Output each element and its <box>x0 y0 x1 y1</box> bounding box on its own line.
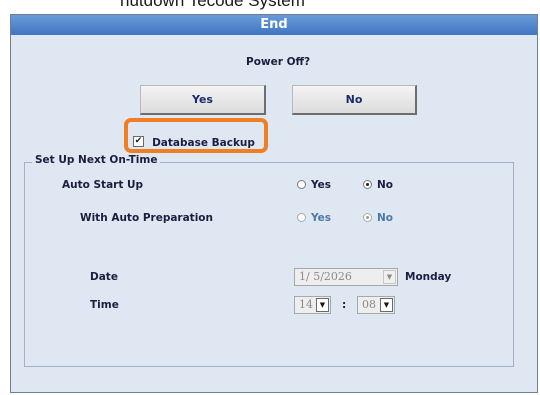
date-picker[interactable]: 1/ 5/2026 ▼ <box>294 268 398 286</box>
highlight-annotation <box>124 118 268 153</box>
dropdown-arrow-icon[interactable]: ▼ <box>383 270 396 284</box>
time-label: Time <box>90 299 119 311</box>
group-legend: Set Up Next On-Time <box>32 154 161 166</box>
minute-select[interactable]: 08 ▼ <box>357 296 395 314</box>
time-separator: : <box>342 299 347 311</box>
minute-value: 08 <box>362 298 376 311</box>
auto-prep-no-radio: No <box>363 212 393 224</box>
dialog-title-bar: End <box>11 15 537 35</box>
dropdown-arrow-icon[interactable]: ▼ <box>316 298 329 312</box>
date-value: 1/ 5/2026 <box>299 270 352 283</box>
next-on-time-group <box>24 162 514 367</box>
radio-selected-icon <box>363 179 372 189</box>
no-button[interactable]: No <box>292 85 417 115</box>
yes-button[interactable]: Yes <box>140 85 266 115</box>
radio-unselected-icon <box>297 179 306 189</box>
background-window-title: nutdown Tecode System <box>120 0 305 10</box>
power-off-question: Power Off? <box>246 56 311 68</box>
date-label: Date <box>90 271 118 283</box>
weekday-label: Monday <box>405 271 452 283</box>
dropdown-arrow-icon[interactable]: ▼ <box>380 298 393 312</box>
radio-selected-icon <box>363 212 372 222</box>
auto-start-yes-radio[interactable]: Yes <box>297 179 331 191</box>
hour-select[interactable]: 14 ▼ <box>294 296 331 314</box>
auto-preparation-label: With Auto Preparation <box>80 212 213 224</box>
hour-value: 14 <box>299 298 313 311</box>
auto-prep-yes-radio: Yes <box>297 212 331 224</box>
auto-start-label: Auto Start Up <box>62 179 144 191</box>
auto-start-no-radio[interactable]: No <box>363 179 393 191</box>
radio-unselected-icon <box>297 212 306 222</box>
